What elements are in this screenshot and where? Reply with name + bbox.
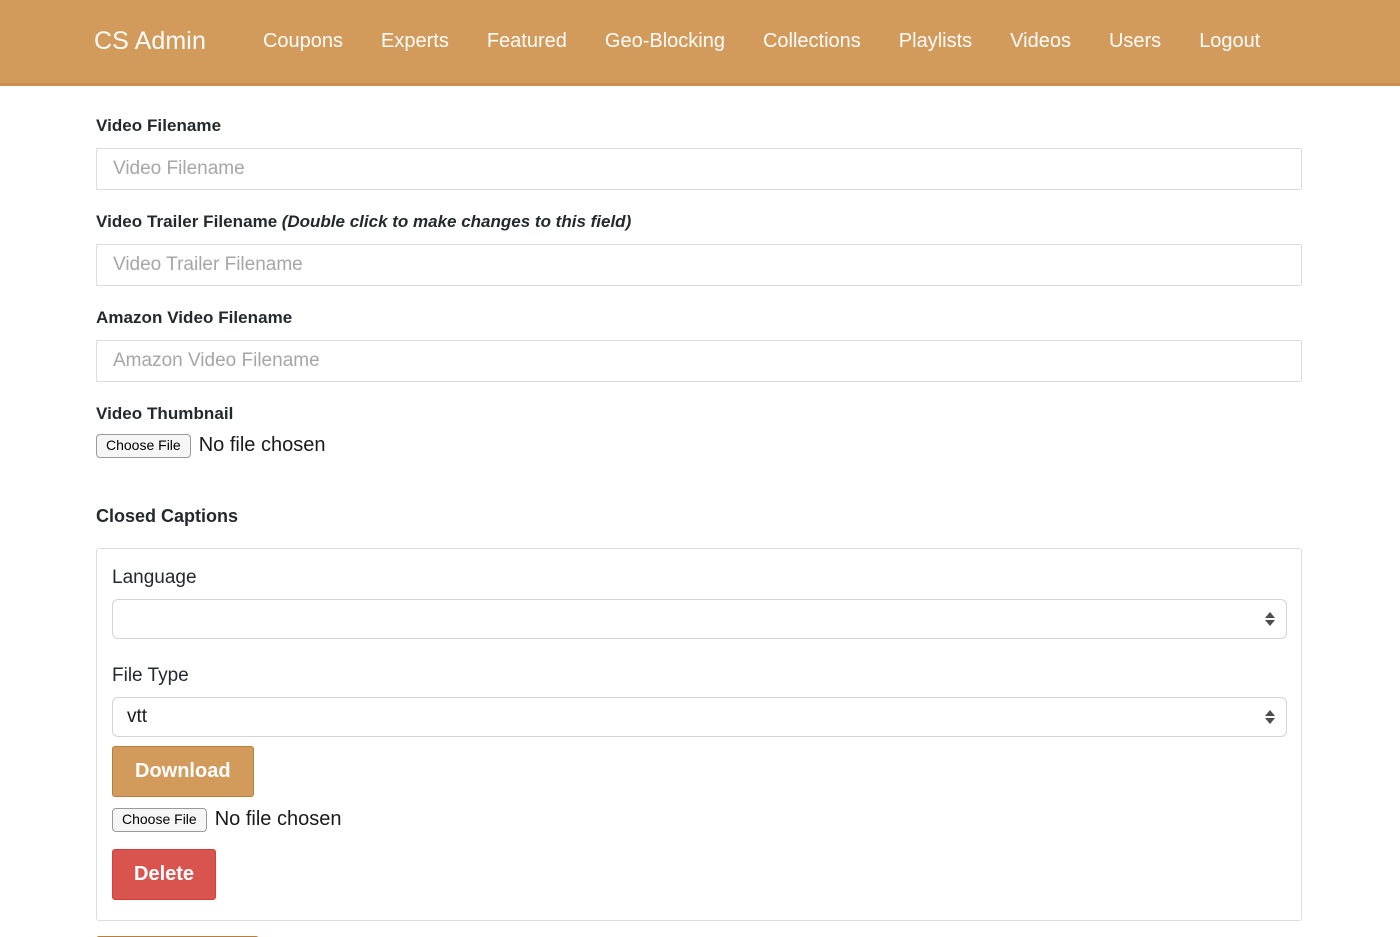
nav-link-coupons[interactable]: Coupons	[244, 30, 362, 53]
nav-link-geo-blocking[interactable]: Geo-Blocking	[586, 30, 744, 53]
label-language: Language	[112, 566, 197, 588]
nav-link-playlists[interactable]: Playlists	[880, 30, 991, 53]
caption-row-card: Language File Type vtt Download Choose F…	[96, 547, 1302, 921]
field-amazon-video-filename: Amazon Video Filename	[96, 308, 1400, 382]
label-amazon-video-filename: Amazon Video Filename	[96, 308, 293, 327]
label-file-type: File Type	[112, 664, 189, 686]
download-button-wrap: Download	[112, 745, 1285, 797]
main-navbar: CS Admin Coupons Experts Featured Geo-Bl…	[0, 0, 1400, 86]
field-video-thumbnail: Video Thumbnail Choose File No file chos…	[96, 404, 1400, 458]
file-status-caption: No file chosen	[214, 808, 342, 831]
label-video-trailer-note: (Double click to make changes to this fi…	[281, 212, 632, 231]
nav-link-experts[interactable]: Experts	[362, 30, 468, 53]
nav-link-featured[interactable]: Featured	[468, 30, 586, 53]
nav-link-users[interactable]: Users	[1090, 30, 1180, 53]
section-closed-captions: Closed Captions Language File Type vtt D	[96, 506, 1400, 937]
page-content: Video Filename Video Trailer Filename (D…	[0, 116, 1400, 937]
select-file-type[interactable]: vtt	[112, 696, 1287, 737]
closed-captions-title: Closed Captions	[96, 505, 239, 526]
label-video-trailer-filename: Video Trailer Filename	[96, 212, 278, 231]
field-video-trailer-filename: Video Trailer Filename (Double click to …	[96, 212, 1400, 286]
select-language[interactable]	[112, 598, 1287, 639]
select-wrap-language	[112, 598, 1287, 639]
brand-logo[interactable]: CS Admin	[94, 27, 206, 56]
input-video-trailer-filename[interactable]	[96, 244, 1302, 286]
field-video-filename: Video Filename	[96, 116, 1400, 190]
nav-link-collections[interactable]: Collections	[744, 30, 880, 53]
choose-file-button-thumbnail[interactable]: Choose File	[96, 434, 191, 458]
nav-links: Coupons Experts Featured Geo-Blocking Co…	[244, 30, 1279, 53]
caption-file-row[interactable]: Choose File No file chosen	[112, 807, 1285, 832]
video-thumbnail-file-row[interactable]: Choose File No file chosen	[96, 434, 1400, 458]
input-video-filename[interactable]	[96, 148, 1302, 190]
delete-caption-button[interactable]: Delete	[112, 848, 217, 900]
choose-file-button-caption[interactable]: Choose File	[112, 807, 207, 832]
nav-link-logout[interactable]: Logout	[1180, 30, 1279, 53]
file-status-thumbnail: No file chosen	[198, 434, 326, 457]
select-wrap-file-type: vtt	[112, 696, 1287, 737]
nav-link-videos[interactable]: Videos	[991, 30, 1090, 53]
label-video-filename: Video Filename	[96, 116, 222, 135]
input-amazon-video-filename[interactable]	[96, 340, 1302, 382]
label-video-thumbnail: Video Thumbnail	[96, 404, 234, 423]
delete-button-wrap: Delete	[112, 848, 1285, 900]
download-button[interactable]: Download	[112, 745, 254, 797]
